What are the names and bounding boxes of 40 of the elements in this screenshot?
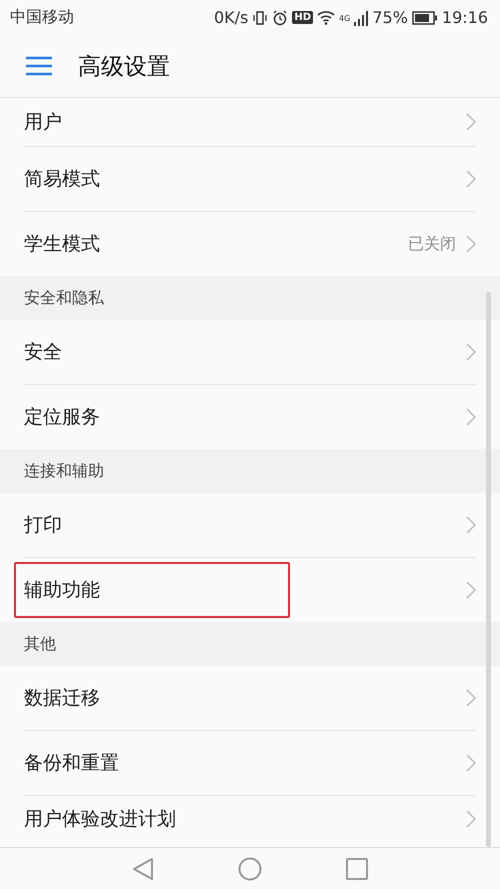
setting-value: 已关闭 — [408, 234, 456, 254]
chevron-right-icon — [466, 235, 476, 253]
recents-icon[interactable] — [346, 858, 368, 880]
network-type: 4G — [339, 14, 350, 23]
chevron-right-icon — [466, 170, 476, 188]
carrier-name: 中国移动 — [10, 7, 75, 28]
chevron-right-icon — [466, 408, 476, 426]
back-icon[interactable] — [132, 856, 154, 880]
setting-item[interactable]: 学生模式 — [24, 231, 408, 257]
network-speed: 0K/s — [214, 8, 248, 27]
section-header: 其他 — [0, 622, 500, 666]
menu-icon[interactable] — [26, 56, 52, 76]
chevron-right-icon — [466, 516, 476, 534]
battery-icon — [412, 10, 438, 24]
setting-item[interactable]: 用户 — [24, 109, 466, 135]
chevron-right-icon — [466, 581, 476, 599]
hd-badge: HD — [292, 11, 314, 24]
vibrate-icon — [252, 10, 268, 26]
home-icon[interactable] — [238, 856, 262, 880]
setting-item[interactable]: 安全 — [24, 339, 466, 365]
clock-time: 19:16 — [442, 8, 488, 27]
setting-item[interactable]: 定位服务 — [24, 404, 466, 430]
setting-item[interactable]: 简易模式 — [24, 166, 466, 192]
chevron-right-icon — [466, 810, 476, 828]
chevron-right-icon — [466, 113, 476, 131]
section-header: 安全和隐私 — [0, 276, 500, 320]
chevron-right-icon — [466, 754, 476, 772]
section-header: 连接和辅助 — [0, 449, 500, 493]
setting-item[interactable]: 打印 — [24, 512, 466, 538]
battery-percent: 75% — [372, 8, 408, 27]
chevron-right-icon — [466, 689, 476, 707]
wifi-icon — [317, 10, 336, 24]
signal-icon — [354, 10, 368, 26]
chevron-right-icon — [466, 343, 476, 361]
setting-item[interactable]: 用户体验改进计划 — [24, 806, 466, 832]
setting-item[interactable]: 数据迁移 — [24, 685, 466, 711]
page-title: 高级设置 — [78, 52, 170, 82]
setting-item[interactable]: 辅助功能 — [24, 577, 466, 603]
alarm-icon — [272, 10, 288, 26]
setting-item[interactable]: 备份和重置 — [24, 750, 466, 776]
